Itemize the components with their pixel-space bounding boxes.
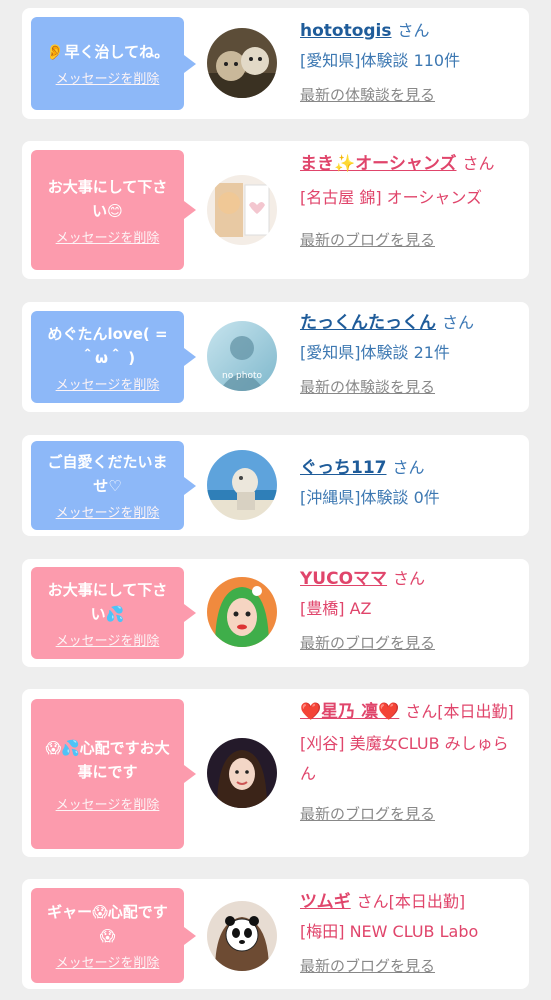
avatar[interactable] bbox=[207, 175, 277, 245]
delete-message-link[interactable]: メッセージを削除 bbox=[56, 502, 160, 521]
avatar[interactable] bbox=[207, 738, 277, 808]
user-info: まき✨オーシャンズ さん [名古屋 錦] オーシャンズ 最新のブログを見る bbox=[300, 149, 519, 253]
delete-message-link[interactable]: メッセージを削除 bbox=[56, 374, 160, 393]
user-info: ❤️星乃 凛❤️ さん[本日出勤] [刈谷] 美魔女CLUB みしゅらん 最新のブ… bbox=[300, 697, 519, 827]
user-detail: [愛知県]体験談 110件 bbox=[300, 51, 461, 70]
message-text: お大事にして下さい💦 bbox=[47, 580, 168, 623]
user-name-link[interactable]: hototogis bbox=[300, 21, 392, 41]
message-bubble: ご自愛くだたいませ♡ メッセージを削除 bbox=[31, 441, 196, 530]
user-detail: [名古屋 錦] オーシャンズ bbox=[300, 188, 483, 207]
delete-message-link[interactable]: メッセージを削除 bbox=[56, 794, 160, 813]
user-name-link[interactable]: ❤️星乃 凛❤️ bbox=[300, 702, 399, 722]
latest-link[interactable]: 最新の体験談を見る bbox=[300, 374, 519, 400]
message-card: ご自愛くだたいませ♡ メッセージを削除 ぐっち117 さん [沖縄県]体験談 0件 bbox=[22, 435, 529, 536]
message-card: お大事にして下さい😊 メッセージを削除 まき✨オーシャンズ さん [名古屋 錦] … bbox=[22, 141, 529, 279]
name-suffix: さん[本日出勤] bbox=[356, 892, 466, 911]
user-detail: [愛知県]体験談 21件 bbox=[300, 343, 450, 362]
user-detail: [豊橋] AZ bbox=[300, 599, 372, 618]
latest-link[interactable]: 最新のブログを見る bbox=[300, 953, 519, 979]
message-text: お大事にして下さい😊 bbox=[47, 177, 168, 220]
delete-message-link[interactable]: メッセージを削除 bbox=[56, 227, 160, 246]
name-suffix: さん[本日出勤] bbox=[405, 702, 514, 721]
message-bubble: お大事にして下さい💦 メッセージを削除 bbox=[31, 567, 196, 659]
message-text: ご自愛くだたいませ♡ bbox=[47, 453, 168, 495]
user-name-link[interactable]: ぐっち117 bbox=[300, 458, 387, 478]
user-name-link[interactable]: YUCOママ bbox=[300, 569, 387, 589]
user-detail: [梅田] NEW CLUB Labo bbox=[300, 922, 479, 941]
user-detail: [沖縄県]体験談 0件 bbox=[300, 488, 440, 507]
avatar[interactable] bbox=[207, 450, 277, 520]
name-suffix: さん bbox=[397, 21, 430, 40]
user-info: たっくんたっくん さん [愛知県]体験談 21件 最新の体験談を見る bbox=[300, 308, 519, 400]
user-info: ツムギ さん[本日出勤] [梅田] NEW CLUB Labo 最新のブログを見る bbox=[300, 887, 519, 979]
message-card: 👂早く治してね。 メッセージを削除 hototogis さん [愛知県]体験談 1… bbox=[22, 8, 529, 119]
message-bubble: 👂早く治してね。 メッセージを削除 bbox=[31, 17, 196, 110]
delete-message-link[interactable]: メッセージを削除 bbox=[56, 68, 160, 87]
name-suffix: さん bbox=[392, 458, 425, 477]
message-text: ギャー😱心配です😱 bbox=[47, 903, 168, 945]
avatar[interactable]: no photo bbox=[207, 321, 277, 391]
no-photo-label: no photo bbox=[222, 371, 263, 381]
delete-message-link[interactable]: メッセージを削除 bbox=[56, 952, 160, 971]
message-card: ギャー😱心配です😱 メッセージを削除 ツムギ さん[本日出勤] [梅田] NEW … bbox=[22, 879, 529, 989]
message-card: めぐたんlove( = ＾ω＾ ) メッセージを削除 no photo たっくん… bbox=[22, 302, 529, 412]
message-bubble: お大事にして下さい😊 メッセージを削除 bbox=[31, 150, 196, 270]
latest-link[interactable]: 最新のブログを見る bbox=[300, 630, 519, 656]
message-card: お大事にして下さい💦 メッセージを削除 YUCOママ さん [豊橋] AZ 最新の… bbox=[22, 559, 529, 667]
user-name-link[interactable]: ツムギ bbox=[300, 892, 351, 912]
message-text: めぐたんlove( = ＾ω＾ ) bbox=[47, 324, 168, 367]
latest-link[interactable]: 最新のブログを見る bbox=[300, 801, 519, 827]
name-suffix: さん bbox=[442, 313, 475, 332]
avatar[interactable] bbox=[207, 577, 277, 647]
user-detail: [刈谷] 美魔女CLUB みしゅらん bbox=[300, 734, 509, 783]
user-info: hototogis さん [愛知県]体験談 110件 最新の体験談を見る bbox=[300, 16, 519, 108]
message-bubble: めぐたんlove( = ＾ω＾ ) メッセージを削除 bbox=[31, 311, 196, 403]
message-card: 😱💦心配ですお大事にです メッセージを削除 ❤️星乃 凛❤️ さん[本日出勤] [… bbox=[22, 689, 529, 857]
latest-link[interactable]: 最新の体験談を見る bbox=[300, 82, 519, 108]
user-name-link[interactable]: まき✨オーシャンズ bbox=[300, 154, 457, 174]
message-bubble: 😱💦心配ですお大事にです メッセージを削除 bbox=[31, 699, 196, 849]
user-info: YUCOママ さん [豊橋] AZ 最新のブログを見る bbox=[300, 564, 519, 656]
name-suffix: さん bbox=[462, 154, 495, 173]
delete-message-link[interactable]: メッセージを削除 bbox=[56, 630, 160, 649]
message-text: 😱💦心配ですお大事にです bbox=[45, 738, 170, 781]
user-name-link[interactable]: たっくんたっくん bbox=[300, 313, 436, 333]
avatar[interactable] bbox=[207, 901, 277, 971]
name-suffix: さん bbox=[393, 569, 426, 588]
avatar[interactable] bbox=[207, 28, 277, 98]
message-bubble: ギャー😱心配です😱 メッセージを削除 bbox=[31, 888, 196, 983]
message-text: 👂早く治してね。 bbox=[45, 43, 170, 61]
user-info: ぐっち117 さん [沖縄県]体験談 0件 bbox=[300, 453, 519, 513]
latest-link[interactable]: 最新のブログを見る bbox=[300, 227, 519, 253]
